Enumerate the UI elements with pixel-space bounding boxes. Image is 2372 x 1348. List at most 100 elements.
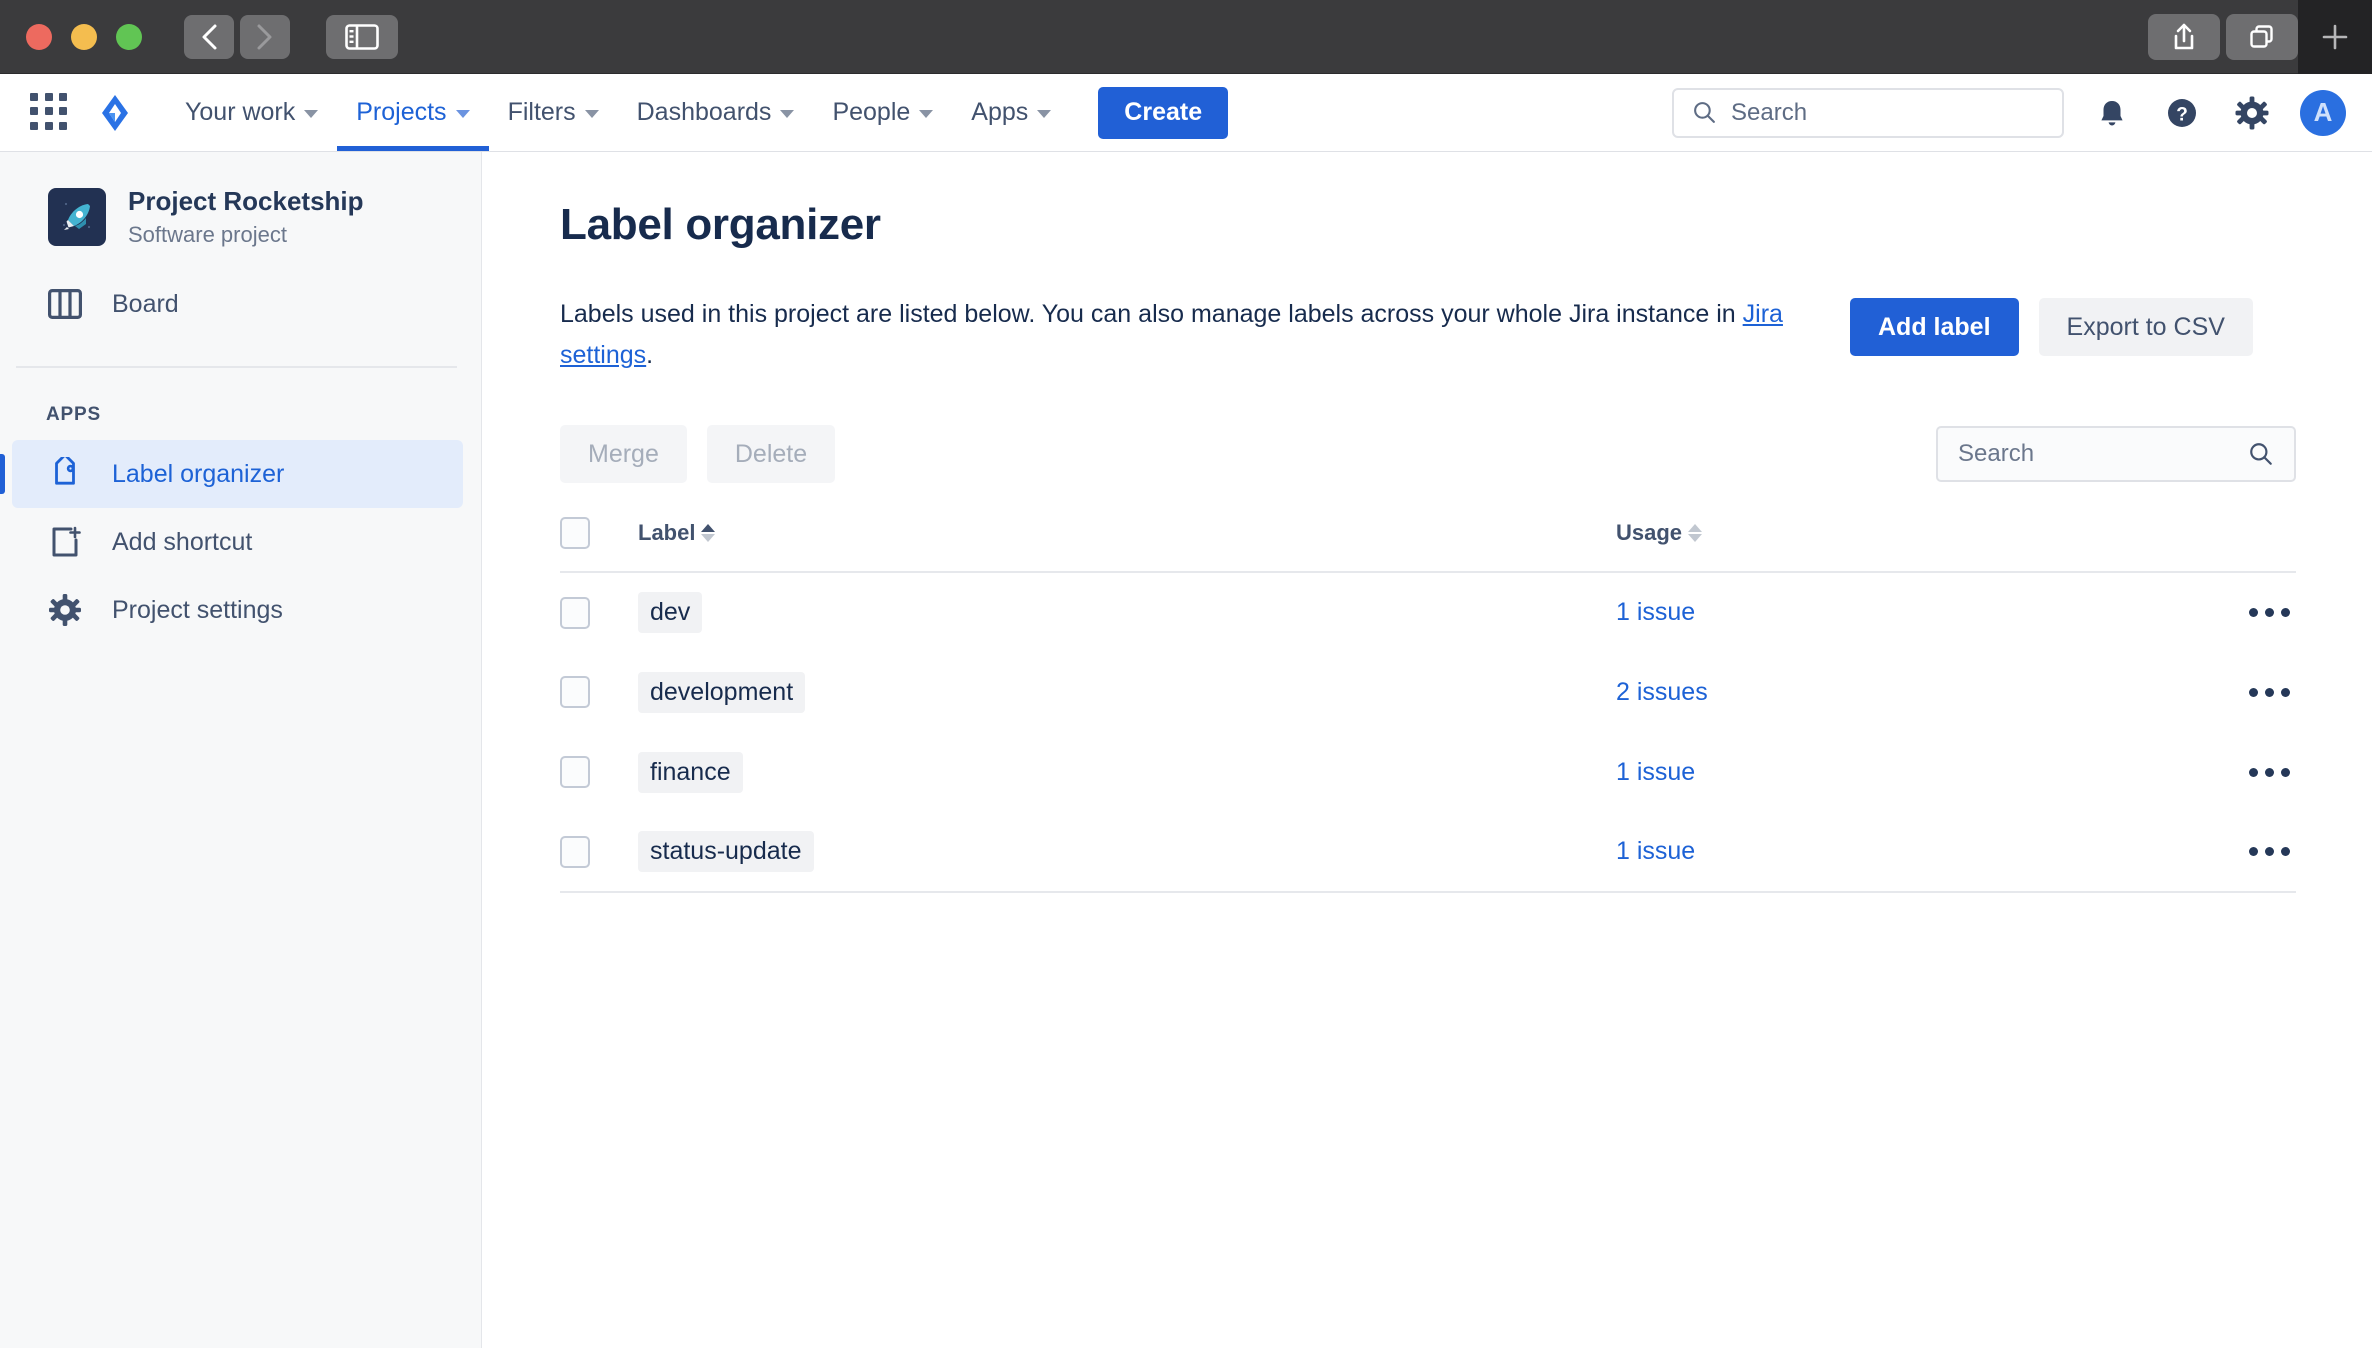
description-text-before: Labels used in this project are listed b… [560,300,1743,328]
gear-icon [46,593,84,627]
usage-link[interactable]: 1 issue [1616,758,1695,786]
grid-dot [44,121,53,130]
row-more-actions-button[interactable] [2176,767,2296,777]
usage-sort-toggle[interactable]: Usage [1616,520,1703,546]
grid-dot [59,121,68,130]
page-description: Labels used in this project are listed b… [560,294,1810,375]
row-actions-cell [2176,732,2296,812]
row-checkbox[interactable] [560,835,590,868]
add-label-button[interactable]: Add label [1850,298,2019,356]
nav-item-dashboards[interactable]: Dashboards [618,74,814,151]
row-label-cell: finance [638,732,1616,812]
board-icon [46,289,84,320]
help-button[interactable]: ? [2160,91,2204,135]
label-sort-toggle[interactable]: Label [638,520,716,546]
usage-link[interactable]: 1 issue [1616,598,1695,626]
svg-text:?: ? [2176,104,2188,125]
new-tab-button[interactable] [2298,0,2372,74]
create-button[interactable]: Create [1098,86,1229,139]
avatar[interactable]: A [2300,89,2346,136]
usage-column-header: Usage [1616,517,2176,573]
export-to-csv-button[interactable]: Export to CSV [2038,298,2253,356]
nav-item-your-work[interactable]: Your work [166,74,337,151]
minimize-window-button[interactable] [71,23,97,50]
gear-icon [2235,96,2269,129]
global-search-input[interactable]: Search [1672,87,2064,138]
row-more-actions-button[interactable] [2176,687,2296,697]
sidebar-item-label: Label organizer [112,459,285,488]
rocket-icon [62,202,91,231]
project-header[interactable]: Project Rocketship Software project [0,186,481,248]
notifications-button[interactable] [2090,91,2134,135]
tab-overview-button[interactable] [2226,14,2298,60]
nav-item-label: People [832,98,911,126]
table-row: status-update 1 issue [560,812,2296,893]
labels-table: Label Usage dev 1 issue development 2 is… [560,517,2296,893]
nav-item-apps[interactable]: Apps [952,74,1070,151]
more-dot [2249,847,2258,856]
share-button[interactable] [2148,14,2220,60]
row-select-cell [560,652,638,732]
select-all-checkbox[interactable] [560,517,590,549]
row-select-cell [560,732,638,812]
sidebar-item-project-settings[interactable]: Project settings [12,576,463,644]
label-column-title: Label [638,520,696,545]
usage-link[interactable]: 1 issue [1616,837,1695,865]
row-checkbox[interactable] [560,596,590,629]
chevron-down-icon [919,110,934,118]
more-dot [2265,847,2274,856]
browser-navigation-buttons [184,14,290,59]
label-chip[interactable]: development [638,671,806,713]
maximize-window-button[interactable] [116,23,142,50]
label-chip[interactable]: status-update [638,831,814,872]
select-all-header [560,517,638,573]
nav-item-people[interactable]: People [813,74,952,151]
back-button[interactable] [184,14,234,59]
sidebar-toggle-button[interactable] [326,14,398,59]
more-dot [2249,687,2258,697]
label-chip[interactable]: finance [638,751,743,793]
row-select-cell [560,812,638,893]
grid-dot [30,92,38,101]
grid-dot [30,121,38,130]
search-icon [2250,443,2272,465]
chevron-right-icon [257,24,272,49]
app-switcher-button[interactable] [30,92,70,133]
sort-arrow-up [701,524,716,532]
bell-icon [2101,100,2123,125]
close-window-button[interactable] [26,23,52,50]
table-search-placeholder: Search [1958,440,2035,467]
sidebar-item-add-shortcut[interactable]: Add shortcut [12,508,463,576]
share-icon [2174,23,2194,50]
row-checkbox[interactable] [560,756,590,788]
sidebar-item-label-organizer[interactable]: Label organizer [0,440,463,509]
app-shell: Project Rocketship Software project Boar… [0,152,2372,1348]
nav-item-label: Apps [971,98,1029,126]
nav-item-filters[interactable]: Filters [489,74,618,151]
row-more-actions-button[interactable] [2176,847,2296,856]
delete-button[interactable]: Delete [706,425,836,483]
row-more-actions-button[interactable] [2176,608,2296,617]
labels-table-body: dev 1 issue development 2 issues finance… [560,572,2296,893]
description-text-after: . [646,340,654,369]
nav-item-projects[interactable]: Projects [337,74,489,151]
grid-dot [44,107,53,116]
nav-item-label: Projects [356,98,447,126]
global-nav-items: Your work Projects Filters Dashboards Pe… [166,74,1070,151]
more-dot [2281,608,2290,617]
grid-dot [59,92,68,101]
columns-icon [48,289,82,320]
actions-column-header [2176,517,2296,573]
sidebar-item-board[interactable]: Board [12,270,463,338]
settings-button[interactable] [2230,91,2274,135]
row-checkbox[interactable] [560,676,590,708]
usage-column-title: Usage [1616,520,1683,545]
chevron-down-icon [455,110,470,118]
usage-link[interactable]: 2 issues [1616,678,1708,706]
table-search-input[interactable]: Search [1936,426,2296,482]
label-chip[interactable]: dev [638,592,703,633]
merge-button[interactable]: Merge [560,425,687,483]
jira-logo-button[interactable] [94,92,136,134]
row-label-cell: dev [638,572,1616,652]
forward-button[interactable] [240,14,290,59]
